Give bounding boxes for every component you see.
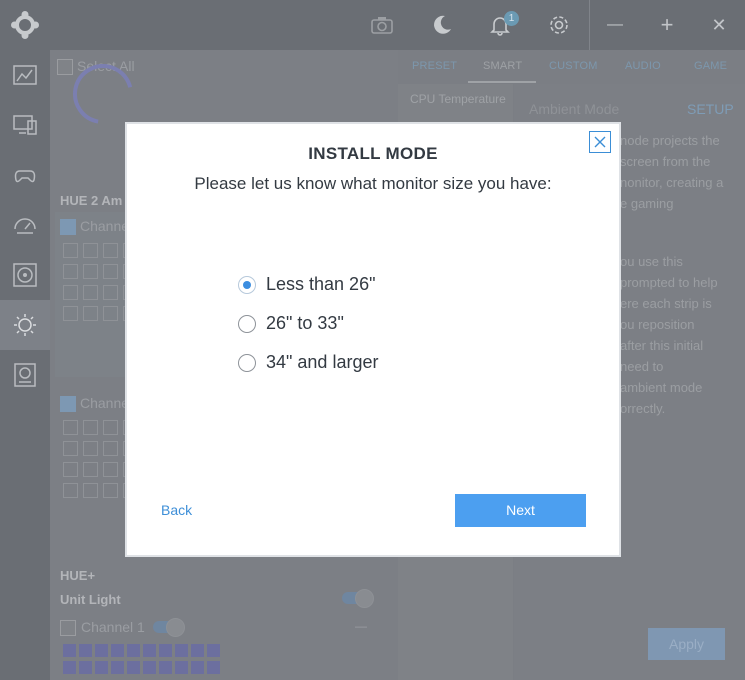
- tab-audio[interactable]: AUDIO: [625, 60, 661, 72]
- sidebar-item-performance[interactable]: [0, 200, 50, 250]
- description-line: ou use this: [620, 254, 683, 269]
- mode-title: Ambient Mode: [529, 101, 620, 117]
- description-line: after this initial: [620, 338, 704, 353]
- unit-light-label: Unit Light: [60, 592, 121, 607]
- channel-toggle[interactable]: [153, 618, 185, 637]
- sidebar-item-gpu[interactable]: [0, 350, 50, 400]
- effect-tabs: PRESET SMART CUSTOM AUDIO GAME: [398, 50, 745, 83]
- camera-icon[interactable]: [369, 12, 395, 38]
- setup-link[interactable]: SETUP: [687, 101, 734, 117]
- minimize-button[interactable]: —: [602, 12, 628, 38]
- led-strip: [63, 644, 220, 674]
- device-title: HUE 2 Am: [60, 193, 123, 208]
- notification-badge: 1: [504, 11, 519, 26]
- sidebar: [0, 50, 50, 680]
- maximize-button[interactable]: +: [654, 12, 680, 38]
- description-line: nonitor, creating a: [620, 175, 724, 190]
- channel-label: Channe: [80, 395, 130, 411]
- loading-spinner-icon: [73, 64, 133, 124]
- list-item[interactable]: CPU Temperature: [410, 92, 506, 106]
- description-line: orrectly.: [620, 401, 666, 416]
- dialog-title: INSTALL MODE: [308, 144, 438, 163]
- moon-icon[interactable]: [429, 12, 455, 38]
- sidebar-item-lighting[interactable]: [0, 300, 50, 350]
- tab-game[interactable]: GAME: [694, 60, 727, 72]
- description-line: ambient mode: [620, 380, 703, 395]
- unit-light-toggle[interactable]: [342, 589, 374, 608]
- option-label: Less than 26": [266, 274, 376, 294]
- tab-custom[interactable]: CUSTOM: [549, 60, 598, 72]
- sidebar-item-cooling[interactable]: [0, 250, 50, 300]
- sidebar-item-gaming[interactable]: [0, 150, 50, 200]
- gear-icon[interactable]: [546, 12, 572, 38]
- back-button[interactable]: Back: [161, 502, 192, 518]
- active-tab-indicator: [468, 81, 536, 83]
- apply-button[interactable]: Apply: [648, 628, 725, 660]
- next-button[interactable]: Next: [455, 494, 586, 527]
- title-bar: 1 — + ✕: [0, 0, 745, 50]
- radio-button[interactable]: [238, 315, 256, 333]
- description-line: need to: [620, 359, 664, 374]
- tab-preset[interactable]: PRESET: [412, 60, 457, 72]
- description-line: e gaming: [620, 196, 674, 211]
- dialog-subtitle: Please let us know what monitor size you…: [194, 174, 552, 193]
- collapse-icon[interactable]: —: [355, 619, 367, 633]
- option-label: 26" to 33": [266, 313, 344, 333]
- radio-button[interactable]: [238, 354, 256, 372]
- channel-checkbox[interactable]: [60, 620, 76, 636]
- window-controls: — + ✕: [589, 0, 745, 50]
- description-line: prompted to help: [620, 275, 718, 290]
- option-label: 34" and larger: [266, 352, 379, 372]
- description-line: node projects the: [620, 133, 720, 148]
- device-title: HUE+: [60, 568, 96, 583]
- channel-label: Channe: [80, 218, 130, 234]
- sidebar-item-monitor[interactable]: [0, 100, 50, 150]
- description-line: screen from the: [620, 154, 711, 169]
- close-window-button[interactable]: ✕: [706, 12, 732, 38]
- channel-checkbox[interactable]: [60, 219, 76, 235]
- radio-button[interactable]: [238, 276, 256, 294]
- channel-checkbox[interactable]: [60, 396, 76, 412]
- channel-label: Channel 1: [81, 619, 145, 635]
- description-line: ou reposition: [620, 317, 695, 332]
- tab-smart[interactable]: SMART: [483, 60, 522, 72]
- sidebar-item-dashboard[interactable]: [0, 50, 50, 100]
- description-line: ere each strip is: [620, 296, 712, 311]
- app-logo-icon[interactable]: [11, 11, 39, 39]
